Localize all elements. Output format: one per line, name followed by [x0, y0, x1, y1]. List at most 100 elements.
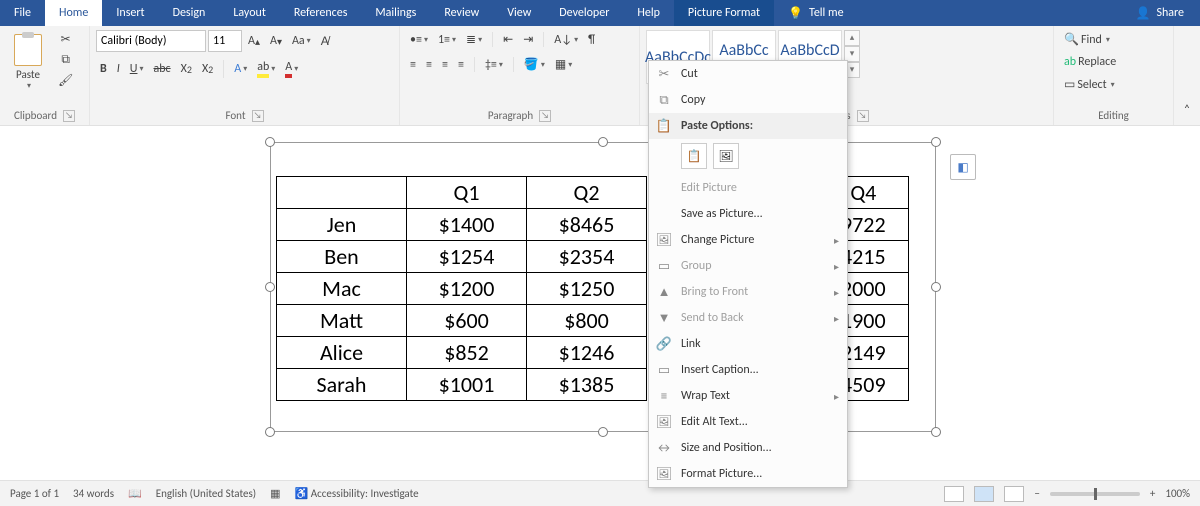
ctx-insert-caption[interactable]: ▭Insert Caption... [649, 357, 847, 383]
grow-font-button[interactable]: A▴ [244, 32, 264, 50]
share-button[interactable]: 👤 Share [1135, 6, 1200, 21]
handle-r[interactable] [931, 282, 941, 292]
underline-button[interactable]: U [126, 60, 148, 78]
bold-button[interactable]: B [96, 60, 111, 78]
handle-tr[interactable] [931, 137, 941, 147]
strike-button[interactable]: abc [149, 60, 174, 78]
accessibility-button[interactable]: ♿ Accessibility: Investigate [295, 487, 419, 500]
show-marks-button[interactable]: ¶ [584, 31, 599, 49]
table-row: Jen$1400$8465 [277, 209, 647, 241]
find-button[interactable]: 🔍Find [1060, 30, 1114, 49]
zoom-out-button[interactable]: − [1034, 487, 1039, 500]
ctx-link[interactable]: 🔗Link [649, 331, 847, 357]
ctx-save-as-picture[interactable]: Save as Picture... [649, 201, 847, 227]
line-spacing-button[interactable]: ‡≡ [481, 56, 507, 74]
paste-keep-source-button[interactable]: 📋 [681, 143, 707, 169]
ctx-change-picture[interactable]: 🖼Change Picture▸ [649, 227, 847, 253]
styles-launcher[interactable]: ↘ [857, 110, 869, 122]
view-read-button[interactable] [944, 486, 964, 502]
ctx-cut[interactable]: ✂Cut [649, 61, 847, 87]
ctx-edit-alt-text[interactable]: 🖼Edit Alt Text... [649, 409, 847, 435]
ctx-copy[interactable]: ⧉Copy [649, 87, 847, 113]
shading-button[interactable]: 🪣 [520, 55, 549, 74]
tab-developer[interactable]: Developer [545, 0, 623, 26]
sort-button[interactable]: A↓ [550, 31, 582, 49]
ctx-wrap-text[interactable]: ≡Wrap Text▸ [649, 383, 847, 409]
handle-l[interactable] [265, 282, 275, 292]
tab-file[interactable]: File [0, 0, 45, 26]
tab-home[interactable]: Home [45, 0, 102, 26]
view-print-button[interactable] [974, 486, 994, 502]
align-center-button[interactable]: ≡ [422, 56, 436, 74]
zoom-in-button[interactable]: + [1150, 487, 1155, 500]
clipboard-launcher[interactable]: ↘ [63, 110, 75, 122]
macro-icon[interactable]: ▦ [270, 487, 280, 500]
cut-button[interactable]: ✂ [54, 30, 77, 49]
font-color-button[interactable]: A [281, 58, 302, 80]
borders-button[interactable]: ▦ [551, 55, 576, 74]
handle-br[interactable] [931, 427, 941, 437]
status-language[interactable]: English (United States) [156, 487, 256, 500]
zoom-slider[interactable] [1050, 492, 1140, 496]
shrink-font-button[interactable]: A▾ [266, 32, 286, 50]
decrease-indent-button[interactable]: ⇤ [499, 30, 517, 49]
tell-me[interactable]: 💡 Tell me [774, 0, 857, 26]
subscript-button[interactable]: X2 [177, 60, 196, 78]
tab-picture-format[interactable]: Picture Format [674, 0, 774, 26]
format-painter-button[interactable]: 🖌 [54, 71, 77, 90]
lightbulb-icon: 💡 [788, 6, 803, 21]
tab-review[interactable]: Review [430, 0, 493, 26]
view-web-button[interactable] [1004, 486, 1024, 502]
replace-icon: ab [1064, 55, 1076, 69]
collapse-ribbon-button[interactable]: ˄ [1180, 101, 1194, 119]
group-editing: 🔍Find abReplace ▭Select Editing [1054, 26, 1174, 125]
ctx-format-picture[interactable]: 🖼Format Picture... [649, 461, 847, 487]
status-page[interactable]: Page 1 of 1 [10, 487, 59, 500]
ctx-size-position[interactable]: ↔Size and Position... [649, 435, 847, 461]
handle-bl[interactable] [265, 427, 275, 437]
paste-picture-button[interactable]: 🖼 [713, 143, 739, 169]
handle-b[interactable] [598, 427, 608, 437]
clear-formatting-button[interactable]: A̸ [317, 32, 333, 51]
bullets-button[interactable]: •≡ [406, 31, 432, 49]
tab-help[interactable]: Help [623, 0, 674, 26]
group-label-paragraph: Paragraph [488, 109, 533, 122]
copy-button[interactable]: ⧉ [54, 51, 77, 69]
font-name-input[interactable] [96, 30, 206, 52]
font-size-input[interactable] [208, 30, 242, 52]
ctx-bring-front: ▲Bring to Front▸ [649, 279, 847, 305]
zoom-level[interactable]: 100% [1165, 487, 1190, 500]
zoom-thumb[interactable] [1094, 488, 1097, 500]
superscript-button[interactable]: X2 [198, 60, 217, 78]
handle-t[interactable] [598, 137, 608, 147]
change-picture-icon: 🖼 [655, 231, 673, 249]
numbering-button[interactable]: 1≡ [434, 31, 460, 49]
handle-tl[interactable] [265, 137, 275, 147]
replace-button[interactable]: abReplace [1060, 53, 1120, 71]
spellcheck-icon[interactable]: 📖 [128, 487, 142, 500]
highlight-button[interactable]: ab [253, 58, 279, 80]
italic-button[interactable]: I [113, 60, 124, 78]
align-left-button[interactable]: ≡ [406, 56, 420, 74]
justify-button[interactable]: ≡ [454, 56, 468, 74]
document-area[interactable]: ◧ Q1 Q2 Jen$1400$8465 Ben$1254$2354 Mac$… [0, 126, 1200, 480]
ctx-paste-options: 📋Paste Options: [649, 113, 847, 139]
layout-options-button[interactable]: ◧ [950, 154, 976, 180]
paste-button[interactable]: Paste [6, 30, 50, 93]
align-right-button[interactable]: ≡ [438, 56, 452, 74]
text-effects-button[interactable]: A [230, 60, 251, 78]
increase-indent-button[interactable]: ⇥ [519, 30, 537, 49]
tab-developer[interactable]: View [493, 0, 545, 26]
tab-design[interactable]: Design [159, 0, 220, 26]
multilevel-button[interactable]: ≣ [462, 30, 486, 49]
paragraph-launcher[interactable]: ↘ [539, 110, 551, 122]
tab-insert[interactable]: Insert [102, 0, 158, 26]
tab-layout[interactable]: Layout [219, 0, 280, 26]
size-icon: ↔ [655, 439, 673, 457]
change-case-button[interactable]: Aa [288, 32, 315, 50]
status-words[interactable]: 34 words [73, 487, 114, 500]
tab-mailings[interactable]: Mailings [361, 0, 430, 26]
font-launcher[interactable]: ↘ [252, 110, 264, 122]
tab-references[interactable]: References [280, 0, 362, 26]
select-button[interactable]: ▭Select [1060, 75, 1119, 94]
